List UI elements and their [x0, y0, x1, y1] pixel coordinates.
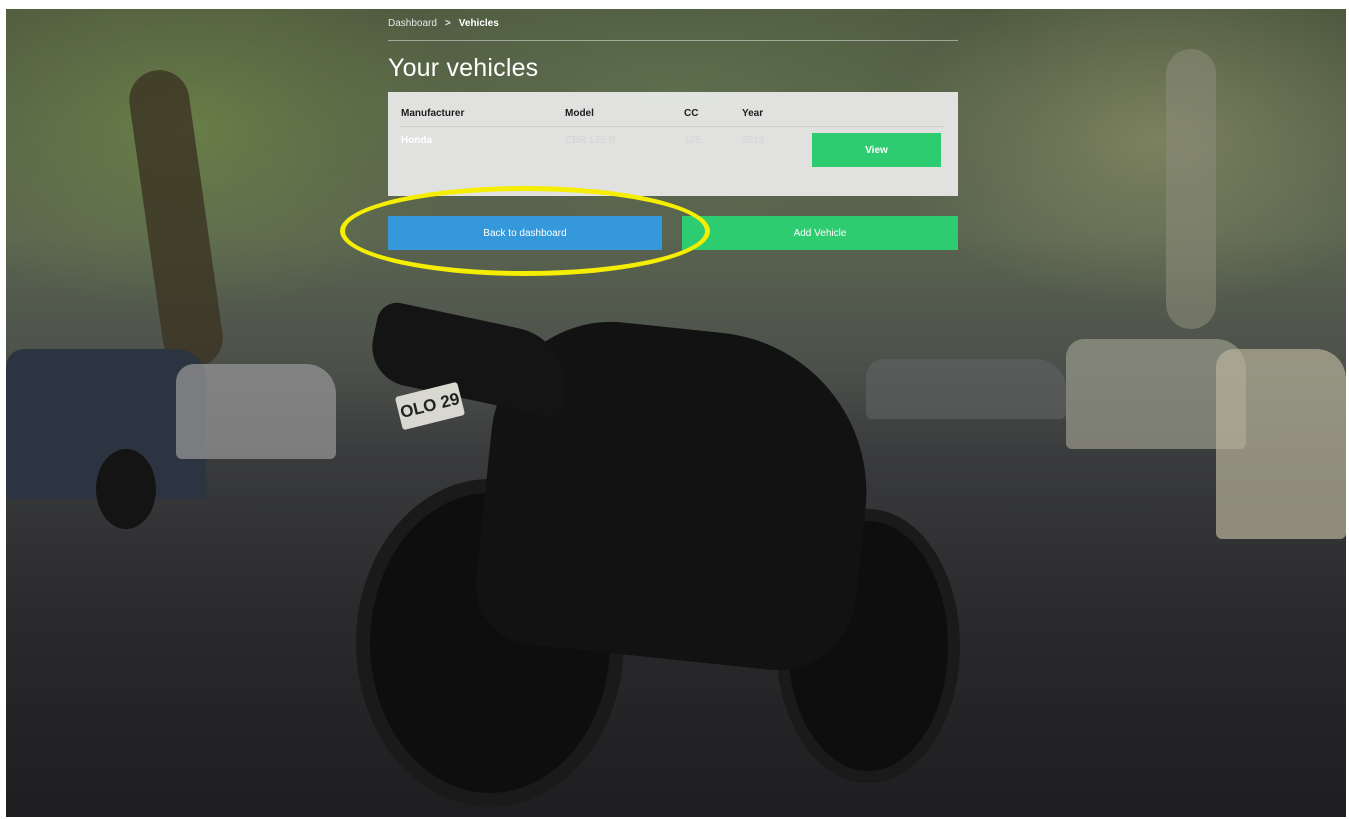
cell-manufacturer: Honda	[401, 135, 433, 146]
breadcrumb-current: Vehicles	[458, 18, 499, 29]
back-to-dashboard-button[interactable]: Back to dashboard	[388, 216, 662, 250]
license-plate: OLO 29	[394, 381, 466, 431]
cell-year: 2013	[742, 135, 765, 146]
table-header-divider	[401, 126, 945, 127]
view-vehicle-button[interactable]: View	[812, 133, 941, 167]
parked-car	[1216, 349, 1346, 539]
column-header-model: Model	[565, 108, 594, 119]
column-header-cc: CC	[684, 108, 699, 119]
vehicles-table: Manufacturer Model CC Year Honda CBR 125…	[388, 92, 958, 196]
header-divider	[388, 40, 958, 41]
tree-trunk	[125, 66, 227, 372]
parked-car	[176, 364, 336, 459]
parked-car	[866, 359, 1066, 419]
cell-cc: 125	[684, 135, 701, 146]
column-header-year: Year	[742, 108, 764, 119]
breadcrumb: Dashboard > Vehicles	[388, 18, 499, 29]
page-title: Your vehicles	[388, 54, 539, 82]
background-photo: OLO 29 Dashboard > Vehicles Your vehicles …	[6, 9, 1346, 817]
add-vehicle-button[interactable]: Add Vehicle	[682, 216, 958, 250]
cell-model: CBR 125 R	[565, 135, 616, 146]
car-wheel	[96, 449, 156, 529]
tree-trunk	[1166, 49, 1216, 329]
column-header-manufacturer: Manufacturer	[401, 108, 465, 119]
breadcrumb-dashboard-link[interactable]: Dashboard	[388, 18, 437, 29]
breadcrumb-separator: >	[444, 18, 451, 29]
